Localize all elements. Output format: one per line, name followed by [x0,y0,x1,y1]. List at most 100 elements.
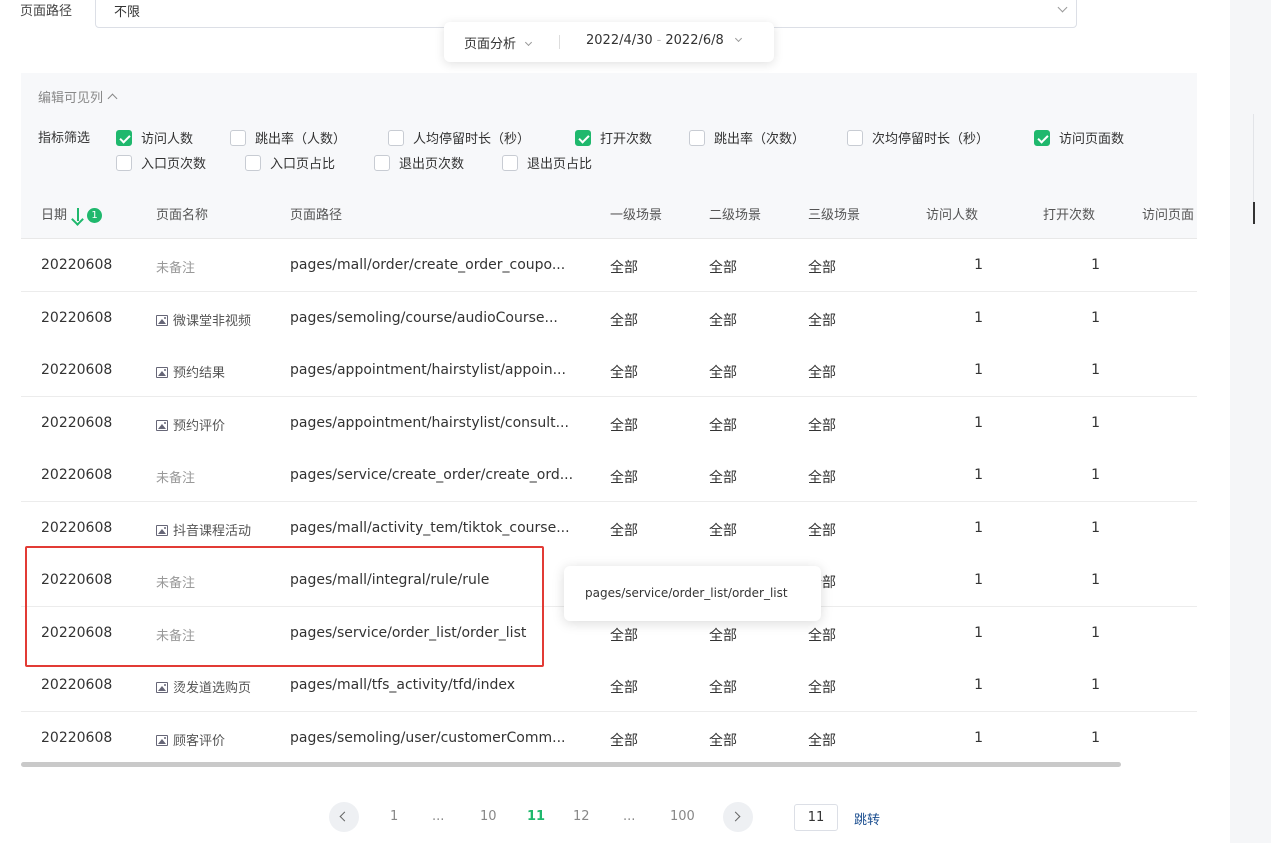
cell-date: 20220608 [41,414,113,431]
cell-page-path: pages/appointment/hairstylist/appoin... [290,362,566,378]
jump-page-input[interactable] [794,804,838,831]
column-header-date[interactable]: 日期 1 [41,204,103,224]
cell-opens: 1 [1091,677,1100,693]
checkbox-avg-stay-per-visit[interactable]: 次均停留时长（秒） [847,128,989,147]
chevron-left-icon [339,811,350,822]
page-1[interactable]: 1 [390,809,398,824]
jump-button[interactable]: 跳转 [854,809,880,828]
page-10[interactable]: 10 [480,809,497,824]
table-row[interactable]: 20220608 顾客评价 pages/semoling/user/customer… [21,711,1197,764]
checkbox-exit-count[interactable]: 退出页次数 [374,153,464,172]
cell-opens: 1 [1091,467,1100,483]
table-row[interactable]: 20220608 预约结果 pages/appointment/hairstylis… [21,344,1197,397]
checkbox-entry-ratio[interactable]: 入口页占比 [245,153,335,172]
checkbox-label: 跳出率（次数） [714,132,806,147]
column-header-pages-visited[interactable]: 访问页面 [1142,204,1194,223]
edit-visible-columns-toggle[interactable]: 编辑可见列 [38,87,118,106]
cell-scene-2: 全部 [709,522,737,539]
cell-visitors: 1 [974,467,983,483]
table-row[interactable]: 20220608 预约评价 pages/appointment/hairstylis… [21,396,1197,450]
page-name-text: 烫发道选购页 [173,681,251,696]
chevron-down-icon [525,38,533,47]
date-range-picker[interactable]: 2022/4/30-2022/6/8 [586,33,742,48]
cell-scene-1: 全部 [610,260,638,276]
page-12[interactable]: 12 [573,809,590,824]
cell-scene-2: 全部 [709,470,737,486]
cell-page-path: pages/mall/tfs_activity/tfd/index [290,677,516,693]
checkbox-box [230,129,246,146]
cell-scene-1: 全部 [610,312,638,329]
column-header-page-path[interactable]: 页面路径 [290,204,342,223]
cell-page-path: pages/semoling/course/audioCourse... [290,309,558,326]
checkbox-label: 退出页占比 [527,157,593,172]
cell-scene-3: 全部 [808,470,836,486]
cell-visitors: 1 [974,729,983,746]
horizontal-scrollbar[interactable] [21,762,1121,767]
cell-visitors: 1 [974,572,983,588]
page-ellipsis-left[interactable]: ... [432,809,444,824]
page-name-text: 抖音课程活动 [173,523,251,539]
checkbox-label: 访问页面数 [1059,132,1125,147]
cell-page-name[interactable]: 抖音课程活动 [156,520,251,539]
cell-scene-1: 全部 [610,470,638,486]
page-path-label: 页面路径 [20,4,73,19]
checkbox-label: 打开次数 [600,132,653,147]
table-row[interactable]: 20220608 未备注 pages/service/create_order/cr… [21,449,1197,502]
chevron-down-icon [734,34,742,43]
table-row[interactable]: 20220608 未备注 pages/mall/order/create_order… [21,239,1197,292]
image-icon [156,314,168,326]
checkbox-label: 入口页占比 [270,157,336,172]
column-header-scene-2[interactable]: 二级场景 [709,204,761,223]
column-header-scene-1[interactable]: 一级场景 [610,204,662,223]
table-row[interactable]: 20220608 微课堂非视频 pages/semoling/course/audi… [21,291,1197,345]
next-page-button[interactable] [723,802,753,832]
page-name-text: 未备注 [156,576,196,591]
cell-scene-2: 全部 [709,312,737,329]
checkbox-visitors[interactable]: 访问人数 [116,128,193,147]
cell-page-name[interactable]: 预约结果 [156,362,251,381]
analysis-type-dropdown[interactable]: 页面分析 [464,33,533,52]
column-header-scene-3[interactable]: 三级场景 [808,204,860,223]
column-header-page-name[interactable]: 页面名称 [156,204,208,223]
checkbox-entry-count[interactable]: 入口页次数 [116,153,206,172]
column-header-visitors[interactable]: 访问人数 [926,204,978,223]
cell-scene-2: 全部 [709,260,737,276]
column-header-label: 日期 [41,208,68,223]
column-header-opens[interactable]: 打开次数 [1043,204,1095,223]
checkbox-avg-stay-per-user[interactable]: 人均停留时长（秒） [388,128,530,147]
cell-page-name[interactable]: 预约评价 [156,415,251,434]
cell-page-name[interactable]: 顾客评价 [156,730,251,749]
cell-scene-1: 全部 [610,522,638,539]
cell-page-name[interactable]: 微课堂非视频 [156,310,251,329]
cell-opens: 1 [1091,414,1100,431]
checkbox-pages-visited[interactable]: 访问页面数 [1034,128,1124,147]
cell-scene-1: 全部 [610,732,638,749]
checkbox-box [388,129,404,146]
checkbox-bounce-rate-users[interactable]: 跳出率（人数） [230,128,346,147]
path-tooltip: pages/service/order_list/order_list [564,566,821,621]
image-icon [156,524,168,536]
checkbox-box [116,129,132,146]
checkbox-exit-ratio[interactable]: 退出页占比 [502,153,592,172]
checkbox-label: 访问人数 [141,132,194,147]
page-ellipsis-right[interactable]: ... [623,809,635,824]
checkbox-label: 退出页次数 [399,157,465,172]
table-row[interactable]: 20220608 抖音课程活动 pages/mall/activity_tem/ti… [21,501,1197,555]
checkbox-box [502,154,518,171]
prev-page-button[interactable] [329,802,359,832]
cell-date: 20220608 [41,519,113,536]
checkbox-open-count[interactable]: 打开次数 [575,128,652,147]
page-11-current[interactable]: 11 [527,809,545,824]
image-icon [156,367,168,378]
page-100[interactable]: 100 [670,809,695,824]
cell-visitors: 1 [974,257,983,273]
table-row[interactable]: 20220608 烫发道选购页 pages/mall/tfs_activity/tf… [21,659,1197,712]
checkbox-bounce-rate-visits[interactable]: 跳出率（次数） [689,128,805,147]
cell-scene-3: 全部 [808,627,836,644]
checkbox-box [689,129,705,146]
checkbox-label: 人均停留时长（秒） [413,132,531,147]
cell-visitors: 1 [974,414,983,431]
cell-scene-3: 全部 [808,417,836,434]
checkbox-box [245,154,261,171]
cell-page-name[interactable]: 烫发道选购页 [156,677,251,696]
